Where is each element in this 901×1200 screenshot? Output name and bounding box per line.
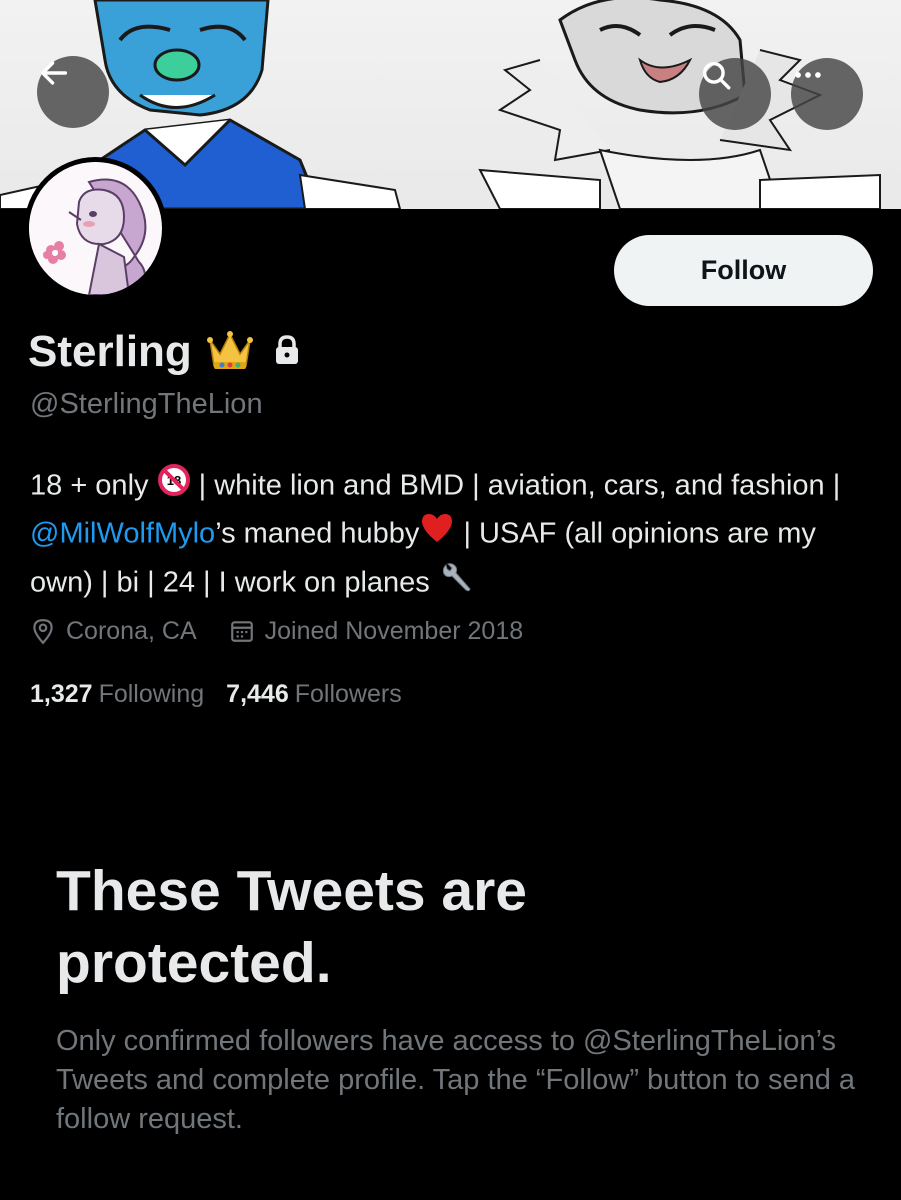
profile-meta: Corona, CA Joined November 2018 — [30, 613, 523, 649]
profile-bio: 18 + only 18 | white lion and BMD | avia… — [30, 463, 870, 609]
profile-handle: @SterlingTheLion — [30, 388, 263, 420]
search-button[interactable] — [699, 58, 771, 130]
profile-stats: 1,327 Following 7,446 Followers — [30, 680, 402, 709]
location-text: Corona, CA — [66, 616, 197, 645]
protected-description: Only confirmed followers have access to … — [56, 1025, 856, 1135]
profile-avatar[interactable] — [24, 157, 167, 300]
search-icon — [702, 61, 731, 90]
following-link[interactable]: 1,327 Following — [30, 680, 204, 709]
no-under-18-emoji: 18 — [157, 463, 191, 511]
followers-link[interactable]: 7,446 Followers — [226, 680, 402, 709]
follow-button[interactable]: Follow — [614, 235, 873, 306]
protected-title: These Tweets are protected. — [56, 859, 528, 995]
calendar-icon — [230, 621, 253, 642]
avatar-image — [29, 162, 162, 295]
more-button[interactable] — [791, 58, 863, 130]
lock-icon — [274, 334, 300, 370]
following-count: 1,327 — [30, 680, 93, 708]
location-pin-icon — [33, 619, 53, 645]
profile-joined: Joined November 2018 — [229, 616, 524, 646]
more-icon — [795, 72, 821, 78]
bio-text: ’s maned hubby — [215, 517, 420, 550]
red-heart-emoji — [419, 511, 455, 559]
display-name: Sterling — [28, 327, 192, 376]
followers-label: Followers — [294, 680, 402, 708]
bio-mention-link[interactable]: @MilWolfMylo — [30, 518, 215, 550]
profile-name-row: Sterling — [28, 322, 300, 382]
followers-count: 7,446 — [226, 680, 289, 708]
back-button[interactable] — [37, 56, 109, 128]
arrow-left-icon — [40, 61, 68, 85]
bio-text: | white lion and BMD | aviation, cars, a… — [190, 469, 841, 502]
joined-text: Joined November 2018 — [264, 616, 524, 645]
profile-location: Corona, CA — [30, 617, 197, 646]
following-label: Following — [98, 680, 205, 708]
wrench-emoji — [438, 559, 474, 609]
bio-text: 18 + only — [30, 469, 149, 502]
crown-emoji — [206, 328, 254, 377]
